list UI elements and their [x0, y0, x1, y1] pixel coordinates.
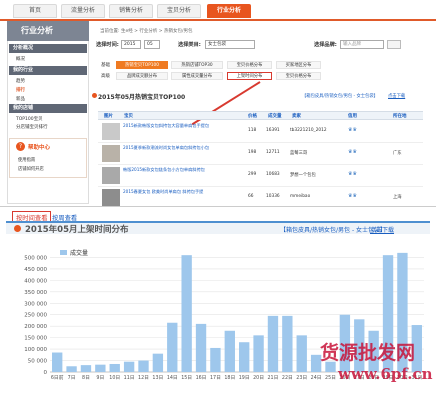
watermark-text: 货源批发网	[320, 342, 416, 364]
y-tick-label: 500 000	[24, 255, 47, 261]
x-tick-label: 15日	[181, 375, 192, 381]
bar	[152, 353, 164, 372]
x-tick-label: 12日	[138, 375, 149, 381]
bar	[138, 360, 149, 372]
bar	[296, 335, 307, 372]
legend-swatch	[60, 250, 67, 255]
x-tick-label: 20日	[253, 375, 264, 381]
x-tick-label: 23日	[296, 375, 307, 381]
bar	[123, 361, 135, 372]
bar	[66, 366, 77, 372]
bar	[224, 330, 235, 372]
bar	[253, 335, 264, 372]
bar	[239, 342, 250, 372]
x-tick-label: 16日	[196, 375, 207, 381]
x-tick-label: 24日	[311, 375, 322, 381]
bar	[195, 323, 207, 372]
bar	[95, 364, 106, 372]
bar	[267, 315, 279, 372]
x-tick-label: 25日	[325, 375, 336, 381]
y-tick-label: 400 000	[24, 278, 47, 284]
x-tick-label: 7日	[68, 375, 76, 381]
x-tick-label: 18日	[224, 375, 235, 381]
legend-label: 成交量	[70, 249, 88, 257]
x-tick-label: 22日	[282, 375, 293, 381]
y-tick-label: 300 000	[24, 301, 47, 307]
x-tick-label: 21日	[268, 375, 279, 381]
x-tick-label: 17日	[210, 375, 221, 381]
bar	[210, 347, 221, 372]
x-tick-label: 9日	[96, 375, 104, 381]
y-tick-label: 150 000	[24, 336, 47, 342]
y-tick-label: 250 000	[24, 313, 47, 319]
y-tick-label: 450 000	[24, 267, 47, 273]
y-tick-label: 100 000	[24, 347, 47, 353]
y-tick-label: 350 000	[24, 290, 47, 296]
bar	[181, 255, 192, 372]
x-tick-label: 6日前	[51, 374, 64, 381]
y-tick-label: 0	[44, 370, 48, 376]
x-tick-label: 11日	[124, 375, 135, 381]
x-tick-label: 14日	[167, 375, 178, 381]
bar	[52, 352, 63, 372]
bar	[167, 322, 178, 372]
bar	[80, 365, 92, 372]
x-tick-label: 10日	[109, 375, 120, 381]
x-tick-label: 19日	[239, 375, 250, 381]
bar	[282, 315, 293, 372]
x-tick-label: 13日	[152, 375, 163, 381]
y-tick-label: 50 000	[28, 359, 48, 365]
bar	[109, 363, 120, 372]
y-tick-label: 200 000	[24, 324, 47, 330]
x-tick-label: 8日	[82, 375, 90, 381]
watermark-url: www.6pf.cn	[338, 365, 433, 383]
